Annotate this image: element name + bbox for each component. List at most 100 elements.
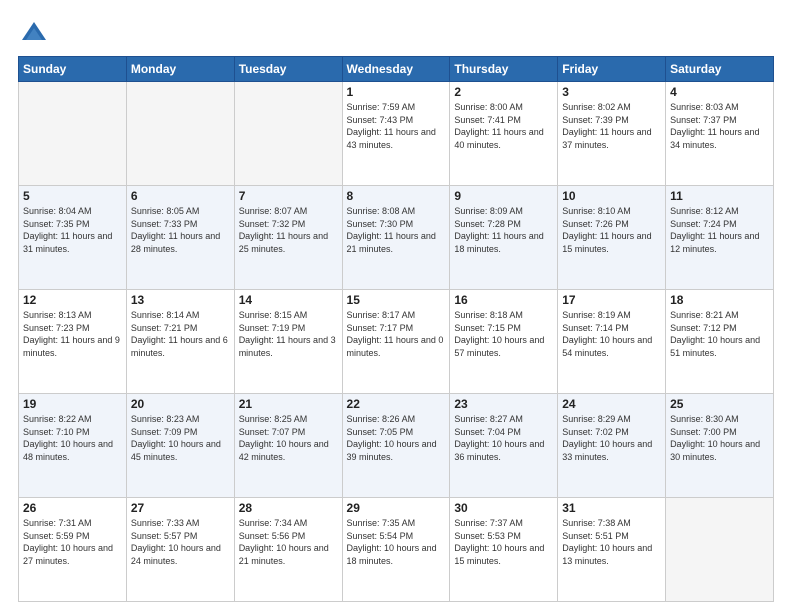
calendar-cell: 10 Sunrise: 8:10 AMSunset: 7:26 PMDayligh… bbox=[558, 186, 666, 290]
calendar-cell bbox=[19, 82, 127, 186]
calendar-cell: 18 Sunrise: 8:21 AMSunset: 7:12 PMDayligh… bbox=[666, 290, 774, 394]
calendar-cell: 12 Sunrise: 8:13 AMSunset: 7:23 PMDayligh… bbox=[19, 290, 127, 394]
day-header-thursday: Thursday bbox=[450, 57, 558, 82]
calendar-cell: 13 Sunrise: 8:14 AMSunset: 7:21 PMDayligh… bbox=[126, 290, 234, 394]
day-info: Sunrise: 7:59 AMSunset: 7:43 PMDaylight:… bbox=[347, 101, 446, 151]
logo-icon bbox=[18, 18, 50, 50]
day-number: 10 bbox=[562, 189, 661, 203]
calendar-cell bbox=[126, 82, 234, 186]
calendar-cell: 15 Sunrise: 8:17 AMSunset: 7:17 PMDayligh… bbox=[342, 290, 450, 394]
calendar-cell: 25 Sunrise: 8:30 AMSunset: 7:00 PMDayligh… bbox=[666, 394, 774, 498]
calendar-cell: 1Sunrise: 7:59 AMSunset: 7:43 PMDaylight… bbox=[342, 82, 450, 186]
day-header-tuesday: Tuesday bbox=[234, 57, 342, 82]
day-number: 28 bbox=[239, 501, 338, 515]
calendar-cell: 26 Sunrise: 7:31 AMSunset: 5:59 PMDayligh… bbox=[19, 498, 127, 602]
day-number: 5 bbox=[23, 189, 122, 203]
calendar-cell: 7 Sunrise: 8:07 AMSunset: 7:32 PMDaylight… bbox=[234, 186, 342, 290]
page: SundayMondayTuesdayWednesdayThursdayFrid… bbox=[0, 0, 792, 612]
header bbox=[18, 18, 774, 50]
day-header-saturday: Saturday bbox=[666, 57, 774, 82]
calendar-cell: 6 Sunrise: 8:05 AMSunset: 7:33 PMDaylight… bbox=[126, 186, 234, 290]
day-number: 9 bbox=[454, 189, 553, 203]
day-number: 6 bbox=[131, 189, 230, 203]
day-info: Sunrise: 7:35 AMSunset: 5:54 PMDaylight:… bbox=[347, 517, 446, 567]
calendar-cell bbox=[234, 82, 342, 186]
calendar-cell: 20 Sunrise: 8:23 AMSunset: 7:09 PMDayligh… bbox=[126, 394, 234, 498]
calendar-cell: 23 Sunrise: 8:27 AMSunset: 7:04 PMDayligh… bbox=[450, 394, 558, 498]
day-info: Sunrise: 8:23 AMSunset: 7:09 PMDaylight:… bbox=[131, 413, 230, 463]
day-info: Sunrise: 8:00 AMSunset: 7:41 PMDaylight:… bbox=[454, 101, 553, 151]
day-info: Sunrise: 8:19 AMSunset: 7:14 PMDaylight:… bbox=[562, 309, 661, 359]
day-number: 30 bbox=[454, 501, 553, 515]
calendar-cell bbox=[666, 498, 774, 602]
day-number: 3 bbox=[562, 85, 661, 99]
day-info: Sunrise: 8:15 AMSunset: 7:19 PMDaylight:… bbox=[239, 309, 338, 359]
calendar-cell: 9 Sunrise: 8:09 AMSunset: 7:28 PMDaylight… bbox=[450, 186, 558, 290]
week-row-4: 19 Sunrise: 8:22 AMSunset: 7:10 PMDayligh… bbox=[19, 394, 774, 498]
day-info: Sunrise: 8:07 AMSunset: 7:32 PMDaylight:… bbox=[239, 205, 338, 255]
day-info: Sunrise: 8:08 AMSunset: 7:30 PMDaylight:… bbox=[347, 205, 446, 255]
day-info: Sunrise: 8:27 AMSunset: 7:04 PMDaylight:… bbox=[454, 413, 553, 463]
day-number: 15 bbox=[347, 293, 446, 307]
calendar-cell: 16Sunrise: 8:18 AMSunset: 7:15 PMDayligh… bbox=[450, 290, 558, 394]
day-info: Sunrise: 8:29 AMSunset: 7:02 PMDaylight:… bbox=[562, 413, 661, 463]
week-row-3: 12 Sunrise: 8:13 AMSunset: 7:23 PMDayligh… bbox=[19, 290, 774, 394]
day-info: Sunrise: 8:05 AMSunset: 7:33 PMDaylight:… bbox=[131, 205, 230, 255]
day-info: Sunrise: 8:18 AMSunset: 7:15 PMDaylight:… bbox=[454, 309, 553, 359]
day-info: Sunrise: 8:04 AMSunset: 7:35 PMDaylight:… bbox=[23, 205, 122, 255]
day-info: Sunrise: 8:30 AMSunset: 7:00 PMDaylight:… bbox=[670, 413, 769, 463]
calendar-cell: 14 Sunrise: 8:15 AMSunset: 7:19 PMDayligh… bbox=[234, 290, 342, 394]
day-number: 13 bbox=[131, 293, 230, 307]
calendar-cell: 28 Sunrise: 7:34 AMSunset: 5:56 PMDayligh… bbox=[234, 498, 342, 602]
day-info: Sunrise: 8:21 AMSunset: 7:12 PMDaylight:… bbox=[670, 309, 769, 359]
day-info: Sunrise: 7:34 AMSunset: 5:56 PMDaylight:… bbox=[239, 517, 338, 567]
calendar-cell: 30Sunrise: 7:37 AMSunset: 5:53 PMDayligh… bbox=[450, 498, 558, 602]
day-number: 8 bbox=[347, 189, 446, 203]
calendar-cell: 19 Sunrise: 8:22 AMSunset: 7:10 PMDayligh… bbox=[19, 394, 127, 498]
calendar-cell: 11 Sunrise: 8:12 AMSunset: 7:24 PMDayligh… bbox=[666, 186, 774, 290]
day-number: 23 bbox=[454, 397, 553, 411]
day-header-monday: Monday bbox=[126, 57, 234, 82]
day-number: 17 bbox=[562, 293, 661, 307]
day-info: Sunrise: 8:09 AMSunset: 7:28 PMDaylight:… bbox=[454, 205, 553, 255]
calendar-cell: 5 Sunrise: 8:04 AMSunset: 7:35 PMDaylight… bbox=[19, 186, 127, 290]
calendar-cell: 31Sunrise: 7:38 AMSunset: 5:51 PMDayligh… bbox=[558, 498, 666, 602]
day-info: Sunrise: 8:03 AMSunset: 7:37 PMDaylight:… bbox=[670, 101, 769, 151]
day-info: Sunrise: 7:31 AMSunset: 5:59 PMDaylight:… bbox=[23, 517, 122, 567]
day-number: 29 bbox=[347, 501, 446, 515]
logo bbox=[18, 18, 54, 50]
calendar-cell: 4 Sunrise: 8:03 AMSunset: 7:37 PMDaylight… bbox=[666, 82, 774, 186]
day-number: 22 bbox=[347, 397, 446, 411]
day-info: Sunrise: 8:17 AMSunset: 7:17 PMDaylight:… bbox=[347, 309, 446, 359]
day-number: 11 bbox=[670, 189, 769, 203]
calendar-cell: 29 Sunrise: 7:35 AMSunset: 5:54 PMDayligh… bbox=[342, 498, 450, 602]
calendar-cell: 17 Sunrise: 8:19 AMSunset: 7:14 PMDayligh… bbox=[558, 290, 666, 394]
day-number: 24 bbox=[562, 397, 661, 411]
day-number: 25 bbox=[670, 397, 769, 411]
day-info: Sunrise: 8:12 AMSunset: 7:24 PMDaylight:… bbox=[670, 205, 769, 255]
day-number: 21 bbox=[239, 397, 338, 411]
day-info: Sunrise: 8:26 AMSunset: 7:05 PMDaylight:… bbox=[347, 413, 446, 463]
calendar-cell: 3 Sunrise: 8:02 AMSunset: 7:39 PMDaylight… bbox=[558, 82, 666, 186]
day-number: 7 bbox=[239, 189, 338, 203]
day-number: 4 bbox=[670, 85, 769, 99]
day-number: 20 bbox=[131, 397, 230, 411]
day-info: Sunrise: 8:02 AMSunset: 7:39 PMDaylight:… bbox=[562, 101, 661, 151]
day-number: 14 bbox=[239, 293, 338, 307]
day-info: Sunrise: 8:22 AMSunset: 7:10 PMDaylight:… bbox=[23, 413, 122, 463]
day-info: Sunrise: 7:38 AMSunset: 5:51 PMDaylight:… bbox=[562, 517, 661, 567]
week-row-1: 1Sunrise: 7:59 AMSunset: 7:43 PMDaylight… bbox=[19, 82, 774, 186]
day-info: Sunrise: 8:14 AMSunset: 7:21 PMDaylight:… bbox=[131, 309, 230, 359]
day-info: Sunrise: 8:13 AMSunset: 7:23 PMDaylight:… bbox=[23, 309, 122, 359]
day-number: 26 bbox=[23, 501, 122, 515]
day-info: Sunrise: 7:33 AMSunset: 5:57 PMDaylight:… bbox=[131, 517, 230, 567]
day-number: 12 bbox=[23, 293, 122, 307]
day-number: 19 bbox=[23, 397, 122, 411]
calendar-cell: 21 Sunrise: 8:25 AMSunset: 7:07 PMDayligh… bbox=[234, 394, 342, 498]
calendar-cell: 22 Sunrise: 8:26 AMSunset: 7:05 PMDayligh… bbox=[342, 394, 450, 498]
day-info: Sunrise: 8:10 AMSunset: 7:26 PMDaylight:… bbox=[562, 205, 661, 255]
day-number: 18 bbox=[670, 293, 769, 307]
week-row-5: 26 Sunrise: 7:31 AMSunset: 5:59 PMDayligh… bbox=[19, 498, 774, 602]
day-info: Sunrise: 8:25 AMSunset: 7:07 PMDaylight:… bbox=[239, 413, 338, 463]
calendar-cell: 24 Sunrise: 8:29 AMSunset: 7:02 PMDayligh… bbox=[558, 394, 666, 498]
